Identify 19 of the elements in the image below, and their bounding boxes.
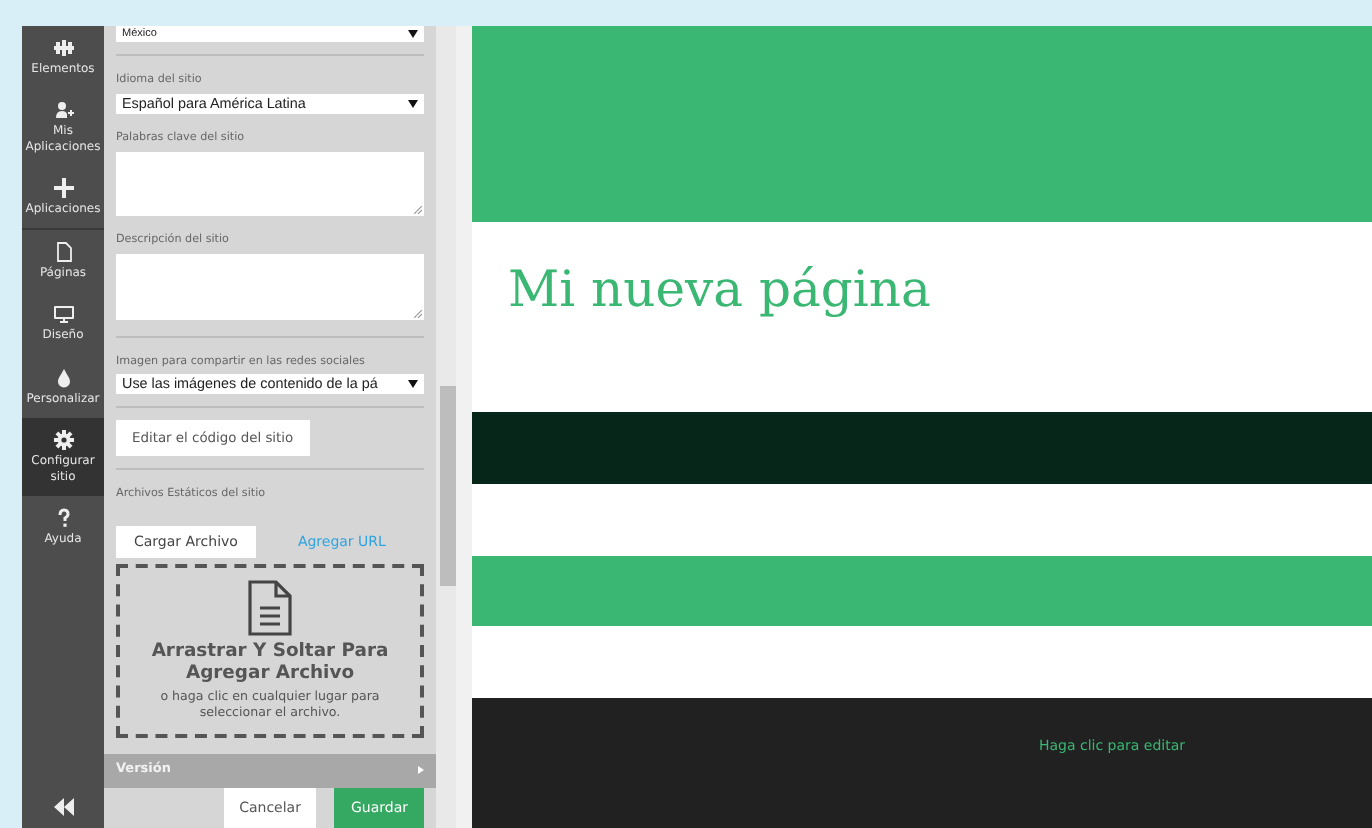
resize-grip-icon[interactable] [414, 206, 422, 215]
caret-icon [418, 766, 424, 775]
dropzone-title: Arrastrar Y Soltar Para Agregar Archivo [149, 639, 391, 686]
dropdown-caret-icon [408, 380, 418, 389]
plus-icon [53, 178, 73, 199]
dropdown-caret-icon [408, 99, 418, 108]
user-plus-icon [53, 100, 73, 121]
resize-grip-icon[interactable] [414, 309, 422, 318]
collapse-icon[interactable] [51, 798, 75, 816]
document-icon [248, 579, 292, 636]
text-area[interactable] [116, 151, 424, 217]
help-icon [53, 507, 73, 528]
dropdown-caret-icon [408, 30, 418, 39]
drop-icon [53, 367, 73, 388]
monitor-icon [53, 304, 73, 325]
elements-icon [53, 38, 73, 58]
settings-icon [53, 429, 73, 450]
page-icon [53, 242, 73, 263]
scrollbar-thumb[interactable] [440, 386, 456, 586]
